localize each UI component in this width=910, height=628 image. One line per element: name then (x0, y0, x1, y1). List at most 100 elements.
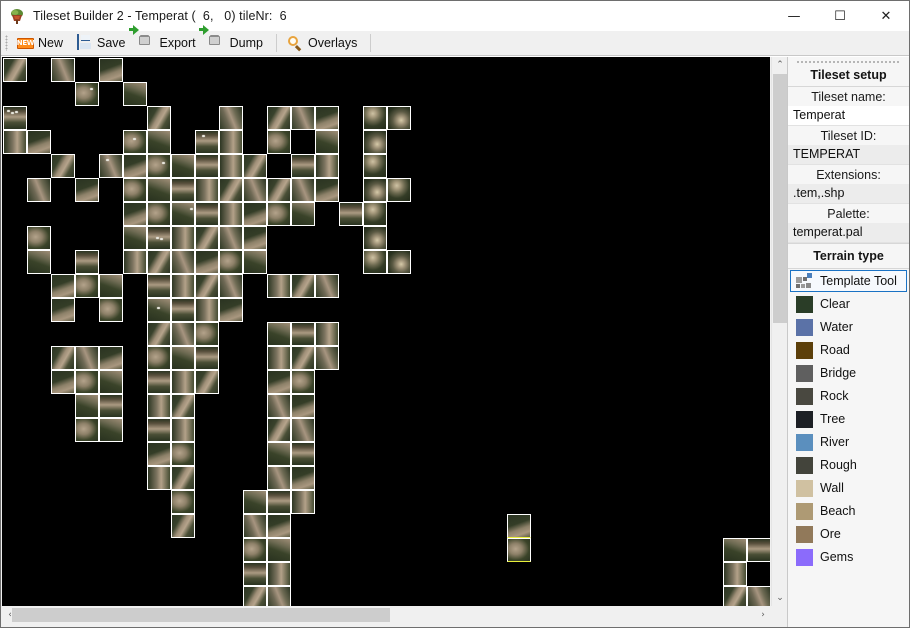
map-tile[interactable] (171, 298, 195, 322)
map-tile[interactable] (267, 490, 291, 514)
map-tile[interactable] (195, 130, 219, 154)
map-tile[interactable] (147, 370, 171, 394)
map-tile[interactable] (267, 178, 291, 202)
map-tile[interactable] (147, 178, 171, 202)
terrain-item-ore[interactable]: Ore (790, 523, 907, 545)
map-tile[interactable] (291, 202, 315, 226)
map-tile[interactable] (243, 250, 267, 274)
terrain-item-river[interactable]: River (790, 431, 907, 453)
terrain-item-template-tool[interactable]: Template Tool (790, 270, 907, 292)
map-tile[interactable] (747, 538, 770, 562)
map-tile[interactable] (195, 202, 219, 226)
map-tile[interactable] (219, 106, 243, 130)
map-tile[interactable] (315, 322, 339, 346)
map-tile[interactable] (171, 490, 195, 514)
map-tile[interactable] (75, 418, 99, 442)
map-tile[interactable] (195, 178, 219, 202)
map-tile[interactable] (147, 130, 171, 154)
map-tile[interactable] (75, 178, 99, 202)
map-tile[interactable] (219, 178, 243, 202)
map-tile[interactable] (51, 298, 75, 322)
map-tile[interactable] (315, 106, 339, 130)
new-button[interactable]: NEW New (13, 33, 70, 54)
map-tile[interactable] (195, 322, 219, 346)
terrain-item-tree[interactable]: Tree (790, 408, 907, 430)
map-tile[interactable] (363, 202, 387, 226)
map-tile[interactable] (291, 442, 315, 466)
terrain-item-road[interactable]: Road (790, 339, 907, 361)
map-tile[interactable] (387, 178, 411, 202)
map-tile[interactable] (75, 274, 99, 298)
map-tile[interactable] (195, 250, 219, 274)
map-tile[interactable] (195, 370, 219, 394)
map-tile[interactable] (243, 154, 267, 178)
map-tile[interactable] (267, 274, 291, 298)
vertical-scroll-thumb[interactable] (773, 74, 787, 323)
map-tile[interactable] (123, 178, 147, 202)
map-tile[interactable] (267, 418, 291, 442)
terrain-item-wall[interactable]: Wall (790, 477, 907, 499)
map-tile[interactable] (291, 370, 315, 394)
map-tile[interactable] (219, 202, 243, 226)
tileset-canvas[interactable] (2, 57, 770, 606)
close-button[interactable]: ✕ (863, 1, 909, 31)
map-tile[interactable] (291, 466, 315, 490)
map-tile[interactable] (147, 442, 171, 466)
map-tile[interactable] (99, 346, 123, 370)
map-tile[interactable] (147, 394, 171, 418)
map-tile[interactable] (51, 346, 75, 370)
map-tile[interactable] (75, 394, 99, 418)
map-tile[interactable] (195, 274, 219, 298)
map-tile[interactable] (243, 226, 267, 250)
map-tile[interactable] (171, 346, 195, 370)
map-tile[interactable] (27, 250, 51, 274)
map-tile[interactable] (99, 298, 123, 322)
map-tile[interactable] (315, 346, 339, 370)
map-tile[interactable] (291, 274, 315, 298)
map-tile[interactable] (243, 202, 267, 226)
horizontal-scrollbar[interactable]: ‹ › (2, 607, 771, 623)
map-tile[interactable] (147, 202, 171, 226)
map-tile[interactable] (267, 538, 291, 562)
map-tile[interactable] (291, 322, 315, 346)
tileset-name-input[interactable]: Temperat (788, 106, 909, 126)
terrain-item-beach[interactable]: Beach (790, 500, 907, 522)
map-tile[interactable] (99, 370, 123, 394)
map-tile[interactable] (99, 274, 123, 298)
map-tile[interactable] (3, 106, 27, 130)
map-tile[interactable] (315, 154, 339, 178)
map-tile[interactable] (123, 202, 147, 226)
map-tile[interactable] (27, 130, 51, 154)
map-tile[interactable] (267, 106, 291, 130)
map-tile[interactable] (195, 226, 219, 250)
map-tile[interactable] (171, 466, 195, 490)
map-tile[interactable] (267, 442, 291, 466)
map-tile[interactable] (363, 226, 387, 250)
map-tile[interactable] (99, 418, 123, 442)
overlays-button[interactable]: Overlays (283, 33, 364, 54)
map-tile[interactable] (75, 250, 99, 274)
map-tile[interactable] (363, 178, 387, 202)
map-tile[interactable] (267, 562, 291, 586)
map-tile[interactable] (99, 58, 123, 82)
map-tile[interactable] (243, 178, 267, 202)
map-tile[interactable] (123, 130, 147, 154)
map-tile[interactable] (507, 514, 531, 538)
terrain-item-clear[interactable]: Clear (790, 293, 907, 315)
map-tile[interactable] (219, 130, 243, 154)
terrain-item-bridge[interactable]: Bridge (790, 362, 907, 384)
map-tile[interactable] (171, 274, 195, 298)
map-tile[interactable] (363, 130, 387, 154)
map-tile[interactable] (147, 466, 171, 490)
map-tile[interactable] (267, 322, 291, 346)
map-tile[interactable] (291, 418, 315, 442)
map-tile[interactable] (219, 226, 243, 250)
map-tile[interactable] (51, 274, 75, 298)
map-tile[interactable] (195, 154, 219, 178)
map-tile[interactable] (195, 346, 219, 370)
map-tile[interactable] (171, 394, 195, 418)
map-tile[interactable] (3, 58, 27, 82)
map-tile[interactable] (723, 538, 747, 562)
map-tile[interactable] (171, 370, 195, 394)
map-tile[interactable] (723, 562, 747, 586)
